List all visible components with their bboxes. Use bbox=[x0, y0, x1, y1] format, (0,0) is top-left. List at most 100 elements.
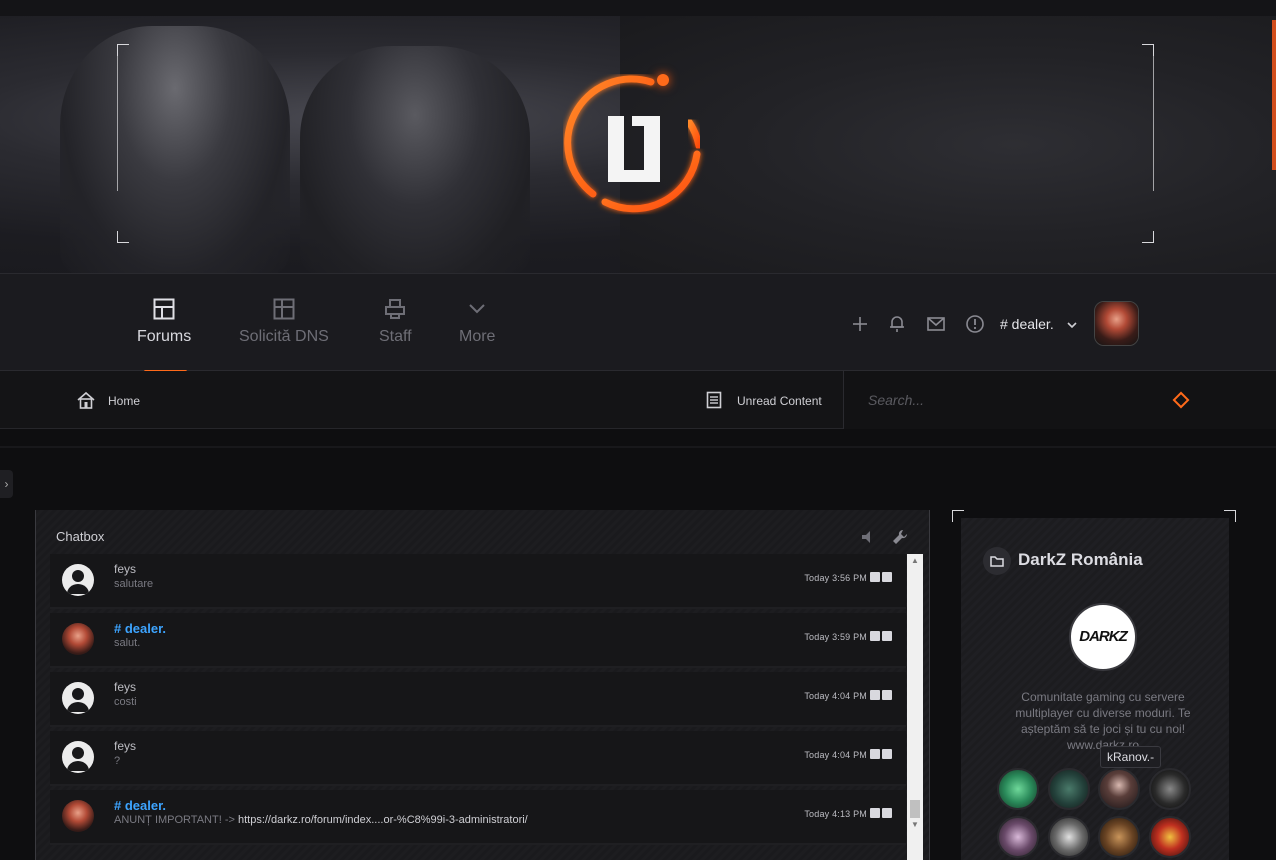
chat-author[interactable]: feys bbox=[114, 739, 136, 753]
chat-author[interactable]: # dealer. bbox=[114, 798, 166, 813]
dns-icon bbox=[273, 298, 295, 320]
delete-icon[interactable] bbox=[882, 572, 892, 582]
member-avatar[interactable] bbox=[1149, 768, 1191, 810]
nav-forums[interactable]: Forums bbox=[137, 298, 191, 346]
chat-message-list: feys salutare Today 3:56 PM # dealer. sa… bbox=[50, 554, 923, 860]
user-avatar[interactable] bbox=[1094, 301, 1139, 346]
chat-message: feys costi Today 4:04 PM bbox=[50, 672, 906, 727]
alert-icon[interactable] bbox=[965, 314, 985, 334]
user-avatar-image bbox=[1095, 302, 1138, 345]
search-box bbox=[843, 371, 1276, 429]
chat-text: salutare bbox=[114, 578, 154, 590]
chat-avatar[interactable] bbox=[62, 623, 94, 655]
chatbox-title: Chatbox bbox=[56, 529, 105, 544]
breadcrumb-home[interactable]: Home bbox=[108, 394, 140, 408]
edit-icon[interactable] bbox=[870, 690, 880, 700]
scroll-thumb[interactable] bbox=[910, 800, 920, 818]
staff-icon bbox=[385, 299, 406, 319]
member-avatar[interactable] bbox=[1149, 816, 1191, 858]
nav-staff-label: Staff bbox=[379, 328, 412, 345]
chat-author[interactable]: feys bbox=[114, 680, 136, 694]
breadcrumb-bar: Home Unread Content bbox=[0, 371, 1276, 429]
chat-avatar[interactable] bbox=[62, 682, 94, 714]
chat-message: feys ? Today 4:04 PM bbox=[50, 731, 906, 786]
edit-icon[interactable] bbox=[870, 808, 880, 818]
widget-description: Comunitate gaming cu servere multiplayer… bbox=[1015, 690, 1191, 752]
nav-solicita-dns-label: Solicită DNS bbox=[239, 328, 329, 345]
user-menu-caret-icon[interactable] bbox=[1066, 320, 1078, 330]
chat-avatar[interactable] bbox=[62, 741, 94, 773]
darkz-logo-text: DARKZ bbox=[1079, 628, 1128, 645]
wrench-icon[interactable] bbox=[891, 528, 909, 546]
plus-icon[interactable] bbox=[850, 314, 870, 334]
banner-right-accent bbox=[1272, 20, 1276, 170]
top-strip bbox=[0, 0, 1276, 16]
default-avatar-icon bbox=[67, 747, 89, 771]
chat-scrollbar[interactable]: ▲ ▼ bbox=[907, 554, 923, 860]
folder-icon-wrap bbox=[983, 547, 1011, 575]
widget-body: DarkZ România DARKZ Comunitate gaming cu… bbox=[961, 518, 1229, 860]
chevron-down-icon bbox=[469, 304, 485, 314]
banner-corner-tl bbox=[117, 44, 129, 56]
search-input[interactable] bbox=[868, 390, 1168, 410]
member-avatar[interactable] bbox=[1098, 816, 1140, 858]
nav-forums-label: Forums bbox=[137, 328, 192, 345]
chat-text-prefix: ANUNȚ IMPORTANT! -> bbox=[114, 814, 238, 826]
delete-icon[interactable] bbox=[882, 749, 892, 759]
banner-corner-br bbox=[1142, 231, 1154, 243]
nav-staff[interactable]: Staff bbox=[379, 298, 412, 346]
search-icon[interactable] bbox=[1172, 391, 1190, 409]
home-icon[interactable] bbox=[76, 391, 96, 409]
chatbox-panel: Chatbox feys salutare Today 3:56 PM # de… bbox=[35, 510, 930, 860]
chat-link[interactable]: https://darkz.ro/forum/index....or-%C8%9… bbox=[238, 814, 528, 826]
edit-icon[interactable] bbox=[870, 572, 880, 582]
mail-icon[interactable] bbox=[926, 314, 946, 334]
site-logo-letter bbox=[608, 116, 660, 182]
divider bbox=[0, 446, 1276, 448]
unread-content-link[interactable]: Unread Content bbox=[737, 394, 822, 408]
bell-icon[interactable] bbox=[887, 314, 907, 334]
nav-more-label: More bbox=[459, 328, 496, 345]
darkz-logo[interactable]: DARKZ bbox=[1069, 603, 1137, 671]
chat-time: Today 4:04 PM bbox=[804, 691, 867, 701]
scroll-up-icon[interactable]: ▲ bbox=[911, 556, 919, 565]
chat-message: # dealer. salut. Today 3:59 PM bbox=[50, 613, 906, 668]
banner-haze bbox=[620, 16, 1276, 273]
member-avatar[interactable] bbox=[997, 816, 1039, 858]
member-avatar[interactable] bbox=[1048, 768, 1090, 810]
delete-icon[interactable] bbox=[882, 631, 892, 641]
member-avatar[interactable] bbox=[1048, 816, 1090, 858]
chat-time: Today 3:59 PM bbox=[804, 632, 867, 642]
chat-time: Today 3:56 PM bbox=[804, 573, 867, 583]
folder-icon bbox=[990, 556, 1004, 567]
chat-avatar[interactable] bbox=[62, 564, 94, 596]
chat-avatar[interactable] bbox=[62, 800, 94, 832]
chat-author[interactable]: # dealer. bbox=[114, 621, 166, 636]
user-menu-name[interactable]: # dealer. bbox=[1000, 316, 1054, 332]
sidebar-toggle[interactable]: › bbox=[0, 470, 13, 498]
banner-corner-tr bbox=[1142, 44, 1154, 56]
delete-icon[interactable] bbox=[882, 808, 892, 818]
member-avatar[interactable] bbox=[1098, 768, 1140, 810]
nav-solicita-dns[interactable]: Solicită DNS bbox=[239, 298, 329, 346]
nav-more[interactable]: More bbox=[459, 298, 495, 346]
delete-icon[interactable] bbox=[882, 690, 892, 700]
default-avatar-icon bbox=[67, 570, 89, 594]
scroll-down-icon[interactable]: ▼ bbox=[911, 820, 919, 829]
chat-text: ANUNȚ IMPORTANT! -> https://darkz.ro/for… bbox=[114, 814, 528, 826]
banner-soldier-left bbox=[60, 26, 290, 273]
banner-line-right bbox=[1153, 56, 1154, 191]
banner-corner-bl bbox=[117, 231, 129, 243]
unread-content-icon[interactable] bbox=[706, 391, 722, 409]
chevron-right-icon: › bbox=[4, 477, 9, 491]
sound-icon[interactable] bbox=[858, 528, 876, 546]
edit-icon[interactable] bbox=[870, 631, 880, 641]
chat-author[interactable]: feys bbox=[114, 562, 136, 576]
chat-message: # dealer. ANUNȚ IMPORTANT! -> https://da… bbox=[50, 790, 906, 845]
forums-icon bbox=[153, 298, 175, 320]
banner-line-left bbox=[117, 56, 118, 191]
member-tooltip: kRanov.- bbox=[1100, 746, 1162, 768]
member-avatar[interactable] bbox=[997, 768, 1039, 810]
chat-time: Today 4:04 PM bbox=[804, 750, 867, 760]
edit-icon[interactable] bbox=[870, 749, 880, 759]
